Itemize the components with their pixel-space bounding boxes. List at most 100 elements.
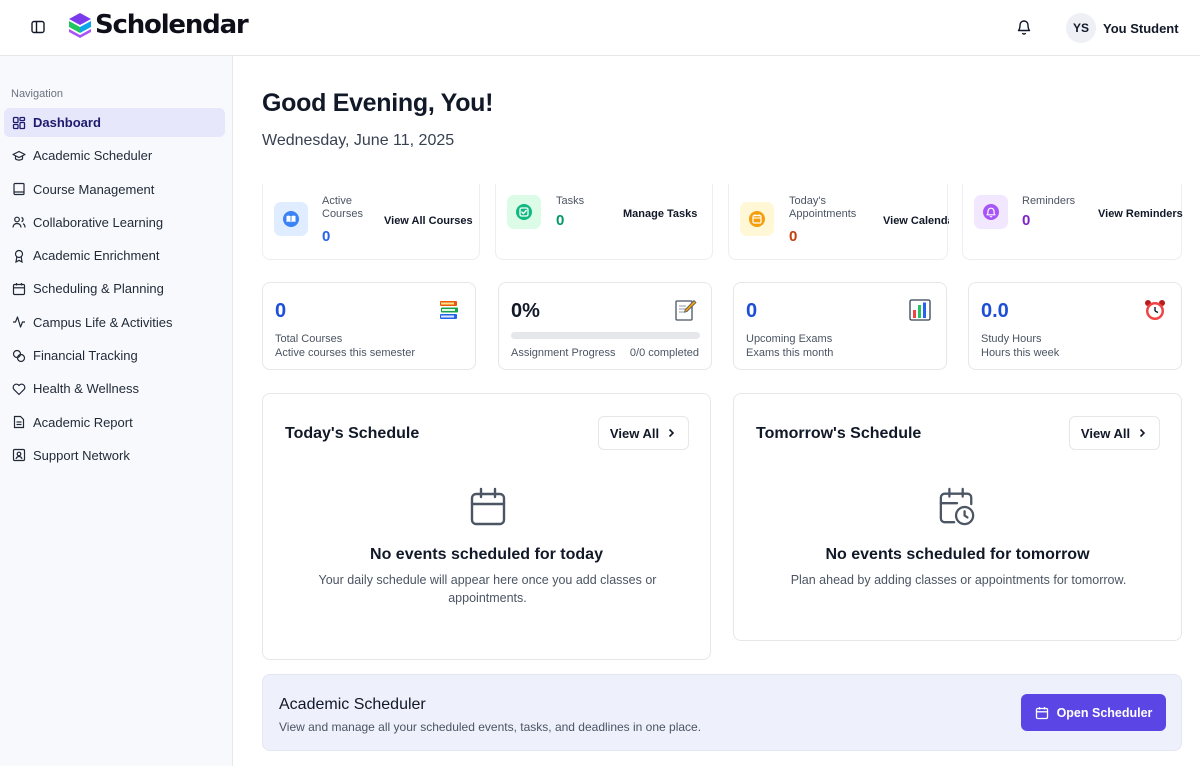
top-bar: Scholendar YS You Student	[0, 0, 1200, 56]
banner-subtitle: View and manage all your scheduled event…	[279, 720, 702, 734]
sidebar-item-dashboard[interactable]: Dashboard	[4, 108, 225, 137]
check-square-icon	[507, 195, 541, 229]
stat-value: 0	[275, 300, 287, 322]
stat-value: 0	[746, 300, 758, 322]
academic-scheduler-banner: Academic Scheduler View and manage all y…	[262, 674, 1182, 751]
banner-title: Academic Scheduler	[279, 696, 426, 713]
sidebar-item-collaborative-learning[interactable]: Collaborative Learning	[4, 208, 225, 237]
empty-state-title: No events scheduled for today	[370, 546, 603, 563]
view-all-courses-link[interactable]: View All Courses	[384, 215, 479, 227]
stat-sub: 0/0 completed	[629, 347, 699, 359]
alarm-clock-icon	[1145, 300, 1165, 320]
appointments-card: Today'sAppointments 0 View Calendar	[728, 184, 949, 260]
reminders-card: Reminders 0 View Reminders	[962, 184, 1183, 260]
calendar-icon	[740, 202, 774, 236]
sidebar-item-academic-scheduler[interactable]: Academic Scheduler	[4, 141, 225, 170]
stat-label: Study Hours	[981, 333, 1042, 345]
user-menu[interactable]: YS You Student	[1066, 13, 1179, 43]
stat-label: Assignment Progress	[511, 347, 616, 359]
calendar-clock-icon	[939, 487, 975, 526]
file-text-icon	[13, 416, 25, 429]
progress-bar	[511, 332, 700, 339]
sidebar-item-health-wellness[interactable]: Health & Wellness	[4, 374, 225, 403]
bell-icon	[974, 195, 1008, 229]
sidebar-item-academic-report[interactable]: Academic Report	[4, 408, 225, 437]
sidebar-item-scheduling-planning[interactable]: Scheduling & Planning	[4, 274, 225, 303]
todays-schedule-panel: Today's Schedule View All No events sche…	[262, 393, 711, 660]
sidebar-item-label: Financial Tracking	[33, 348, 138, 364]
coins-icon	[12, 349, 26, 362]
contact-icon	[12, 449, 26, 462]
calendar-icon	[12, 282, 26, 296]
study-hours-stat: 0.0 Study Hours Hours this week	[968, 282, 1182, 370]
card-value: 0	[789, 228, 798, 245]
card-label: Today's Appointments	[789, 195, 857, 220]
stat-sub: Active courses this semester	[275, 347, 415, 359]
grid-icon	[12, 116, 26, 129]
books-icon	[440, 301, 458, 319]
award-icon	[14, 249, 24, 263]
calendar-icon	[470, 487, 506, 526]
empty-state-subtitle: Your daily schedule will appear here onc…	[318, 573, 657, 605]
card-label: Active Courses	[322, 195, 363, 220]
panel-left-icon[interactable]	[30, 19, 46, 35]
stat-label: Total Courses	[275, 333, 343, 345]
view-all-button[interactable]: View All	[598, 416, 689, 450]
sidebar-item-label: Health & Wellness	[33, 381, 139, 397]
bell-icon[interactable]	[1016, 18, 1032, 36]
empty-state-subtitle: Plan ahead by adding classes or appointm…	[790, 573, 1127, 587]
sidebar-item-label: Academic Scheduler	[33, 148, 153, 164]
graduation-cap-icon	[12, 150, 26, 161]
sidebar-item-academic-enrichment[interactable]: Academic Enrichment	[4, 241, 225, 270]
stat-sub: Hours this week	[981, 347, 1060, 359]
app-logo[interactable]: Scholendar	[66, 10, 249, 40]
sidebar-item-label: Academic Enrichment	[33, 248, 160, 264]
sidebar-item-label: Course Management	[33, 181, 155, 197]
button-label: Open Scheduler	[1056, 705, 1153, 720]
stat-value: 0.0	[981, 300, 1009, 322]
nav-list: Dashboard Academic Scheduler Course Mana…	[4, 108, 225, 474]
view-all-button[interactable]: View All	[1069, 416, 1160, 450]
assignment-progress-stat: 0% Assignment Progress 0/0 completed	[498, 282, 712, 370]
upcoming-exams-stat: 0 Upcoming Exams Exams this month	[733, 282, 947, 370]
bar-chart-icon	[909, 299, 931, 321]
open-scheduler-button[interactable]: Open Scheduler	[1021, 694, 1166, 731]
sidebar-item-financial-tracking[interactable]: Financial Tracking	[4, 341, 225, 370]
active-courses-card: Active Courses 0 View All Courses	[262, 184, 480, 260]
manage-tasks-link[interactable]: Manage Tasks	[623, 208, 697, 220]
view-calendar-link[interactable]: View Calendar	[883, 215, 949, 227]
chevron-right-icon	[1139, 428, 1146, 438]
total-courses-stat: 0 Total Courses Active courses this seme…	[262, 282, 476, 370]
stat-sub: Exams this month	[746, 347, 834, 359]
sidebar-item-support-network[interactable]: Support Network	[4, 441, 225, 470]
button-label: View All	[1080, 425, 1131, 441]
heart-icon	[12, 383, 26, 395]
current-date: Wednesday, June 11, 2025	[262, 132, 455, 149]
activity-icon	[13, 316, 25, 328]
avatar: YS	[1066, 13, 1096, 43]
card-value: 0	[322, 228, 331, 245]
card-label: Tasks	[556, 195, 585, 207]
stat-value: 0%	[511, 300, 540, 322]
sidebar: Navigation Dashboard Academic Scheduler …	[0, 56, 233, 766]
users-icon	[12, 216, 26, 228]
panel-title: Tomorrow's Schedule	[756, 425, 922, 442]
card-value: 0	[1022, 212, 1031, 229]
memo-icon	[675, 299, 697, 321]
stat-label: Upcoming Exams	[746, 333, 833, 345]
card-value: 0	[556, 212, 565, 229]
card-label: Reminders	[1022, 195, 1076, 207]
sidebar-item-label: Support Network	[33, 447, 130, 463]
user-name: You Student	[1103, 20, 1179, 36]
button-label: View All	[609, 425, 660, 441]
sidebar-item-label: Campus Life & Activities	[33, 314, 173, 330]
panel-title: Today's Schedule	[285, 425, 420, 442]
tasks-card: Tasks 0 Manage Tasks	[495, 184, 713, 260]
chevron-right-icon	[668, 428, 675, 438]
sidebar-item-course-management[interactable]: Course Management	[4, 175, 225, 204]
sidebar-item-campus-life[interactable]: Campus Life & Activities	[4, 308, 225, 337]
nav-heading: Navigation	[11, 88, 63, 100]
page-title: Good Evening, You!	[262, 89, 494, 117]
sidebar-item-label: Dashboard	[33, 115, 101, 130]
view-reminders-link[interactable]: View Reminders	[1098, 208, 1183, 220]
